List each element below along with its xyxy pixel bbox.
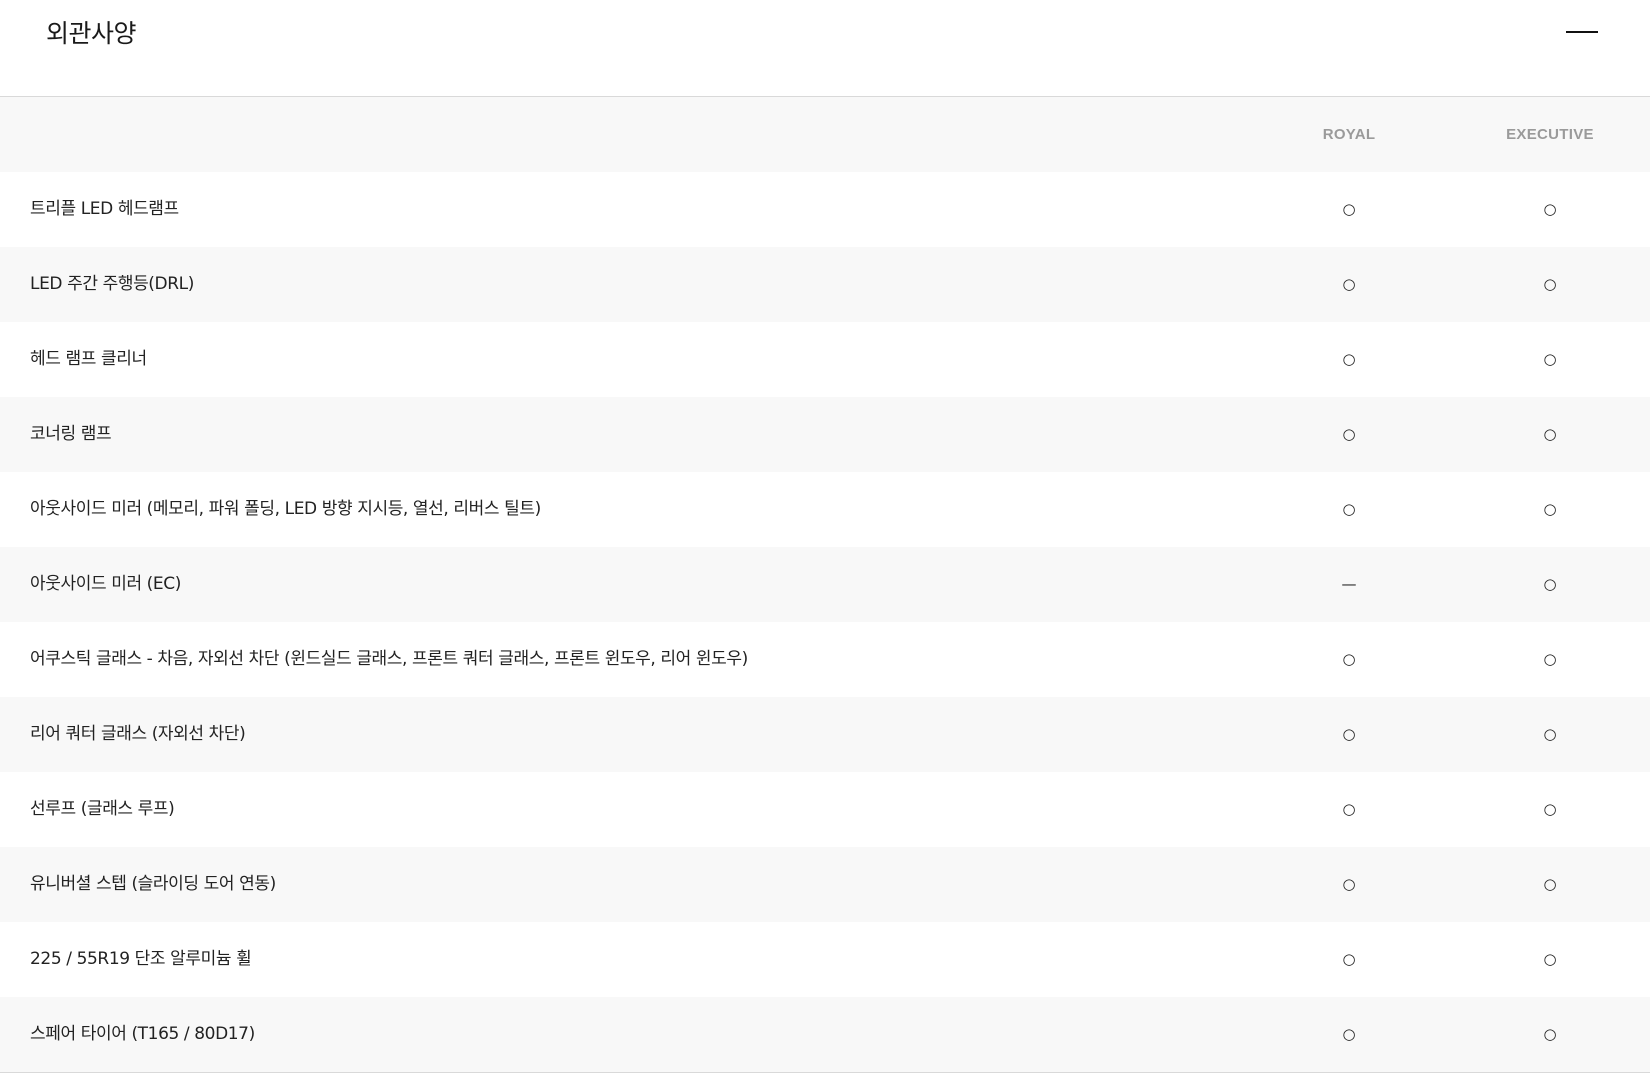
- feature-label: 코너링 램프: [30, 424, 112, 444]
- feature-label: 리어 쿼터 글래스 (자외선 차단): [30, 724, 246, 744]
- table-header-row: ROYAL EXECUTIVE: [0, 97, 1650, 172]
- section-header[interactable]: 외관사양: [0, 0, 1650, 97]
- executive-availability: ○: [1543, 500, 1557, 518]
- feature-label: 어쿠스틱 글래스 - 차음, 자외선 차단 (윈드실드 글래스, 프론트 쿼터 …: [30, 649, 748, 669]
- table-row: LED 주간 주행등(DRL) ○ ○: [0, 247, 1650, 322]
- table-row: 리어 쿼터 글래스 (자외선 차단) ○ ○: [0, 697, 1650, 772]
- collapse-toggle-button[interactable]: [1558, 18, 1606, 46]
- feature-label: 트리플 LED 헤드램프: [30, 199, 179, 219]
- feature-label: 스페어 타이어 (T165 / 80D17): [30, 1024, 255, 1044]
- executive-availability: ○: [1543, 425, 1557, 443]
- column-header-executive: EXECUTIVE: [1506, 126, 1594, 143]
- feature-label: LED 주간 주행등(DRL): [30, 274, 194, 294]
- table-row: 225 / 55R19 단조 알루미늄 휠 ○ ○: [0, 922, 1650, 997]
- royal-availability: ○: [1342, 500, 1356, 518]
- royal-availability: ○: [1342, 725, 1356, 743]
- feature-label: 헤드 램프 클리너: [30, 349, 147, 369]
- feature-label: 아웃사이드 미러 (메모리, 파워 폴딩, LED 방향 지시등, 열선, 리버…: [30, 499, 541, 519]
- executive-availability: ○: [1543, 875, 1557, 893]
- executive-availability: ○: [1543, 725, 1557, 743]
- royal-availability: ○: [1342, 650, 1356, 668]
- table-row: 아웃사이드 미러 (EC) — ○: [0, 547, 1650, 622]
- royal-availability: ○: [1342, 875, 1356, 893]
- royal-availability: ○: [1342, 950, 1356, 968]
- table-row: 트리플 LED 헤드램프 ○ ○: [0, 172, 1650, 247]
- table-row: 헤드 램프 클리너 ○ ○: [0, 322, 1650, 397]
- table-row: 선루프 (글래스 루프) ○ ○: [0, 772, 1650, 847]
- executive-availability: ○: [1543, 800, 1557, 818]
- royal-availability: ○: [1342, 800, 1356, 818]
- executive-availability: ○: [1543, 350, 1557, 368]
- section-title: 외관사양: [46, 19, 137, 48]
- table-row: 유니버셜 스텝 (슬라이딩 도어 연동) ○ ○: [0, 847, 1650, 922]
- table-row: 아웃사이드 미러 (메모리, 파워 폴딩, LED 방향 지시등, 열선, 리버…: [0, 472, 1650, 547]
- royal-availability: ○: [1342, 275, 1356, 293]
- feature-label: 유니버셜 스텝 (슬라이딩 도어 연동): [30, 874, 276, 894]
- royal-availability: ○: [1342, 200, 1356, 218]
- table-row: 어쿠스틱 글래스 - 차음, 자외선 차단 (윈드실드 글래스, 프론트 쿼터 …: [0, 622, 1650, 697]
- executive-availability: ○: [1543, 1025, 1557, 1043]
- executive-availability: ○: [1543, 200, 1557, 218]
- executive-availability: ○: [1543, 950, 1557, 968]
- royal-availability: ○: [1342, 1025, 1356, 1043]
- executive-availability: ○: [1543, 575, 1557, 593]
- column-header-royal: ROYAL: [1322, 126, 1376, 143]
- royal-availability: ○: [1342, 425, 1356, 443]
- feature-label: 선루프 (글래스 루프): [30, 799, 175, 819]
- table-row: 코너링 램프 ○ ○: [0, 397, 1650, 472]
- executive-availability: ○: [1543, 650, 1557, 668]
- royal-availability: ○: [1342, 350, 1356, 368]
- executive-availability: ○: [1543, 275, 1557, 293]
- minus-icon: [1566, 31, 1598, 33]
- table-row: 스페어 타이어 (T165 / 80D17) ○ ○: [0, 997, 1650, 1072]
- feature-label: 225 / 55R19 단조 알루미늄 휠: [30, 949, 252, 969]
- feature-label: 아웃사이드 미러 (EC): [30, 574, 181, 594]
- spec-table: ROYAL EXECUTIVE 트리플 LED 헤드램프 ○ ○ LED 주간 …: [0, 97, 1650, 1073]
- royal-availability: —: [1341, 575, 1357, 593]
